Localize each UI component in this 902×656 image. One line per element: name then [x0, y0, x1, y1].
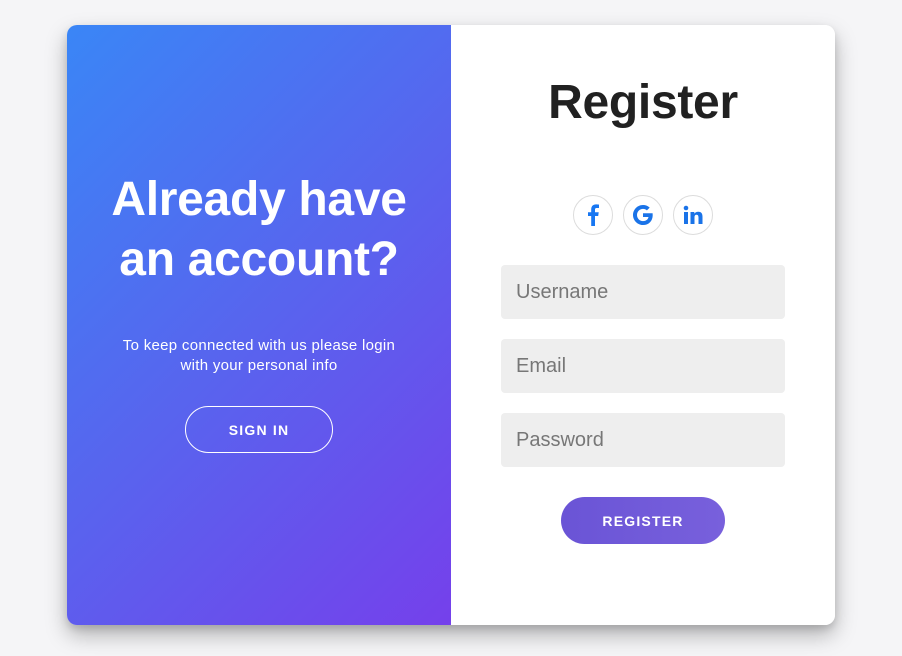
register-form-panel: Register REGISTER	[451, 25, 835, 625]
register-title: Register	[548, 76, 738, 129]
username-input[interactable]	[501, 265, 785, 319]
email-input[interactable]	[501, 339, 785, 393]
sign-in-button[interactable]: SIGN IN	[185, 406, 333, 453]
social-login-group	[451, 195, 835, 235]
linkedin-button[interactable]	[673, 195, 713, 235]
linkedin-icon	[683, 205, 703, 224]
facebook-icon	[588, 204, 599, 226]
password-input[interactable]	[501, 413, 785, 467]
google-button[interactable]	[623, 195, 663, 235]
overlay-message: To keep connected with us please login w…	[122, 337, 396, 374]
google-icon	[633, 205, 653, 225]
overlay-heading: Already have an account?	[111, 173, 407, 286]
register-button[interactable]: REGISTER	[561, 497, 725, 544]
auth-card: Already have an account? To keep connect…	[67, 25, 835, 625]
sign-in-overlay-panel: Already have an account? To keep connect…	[67, 25, 451, 625]
facebook-button[interactable]	[573, 195, 613, 235]
